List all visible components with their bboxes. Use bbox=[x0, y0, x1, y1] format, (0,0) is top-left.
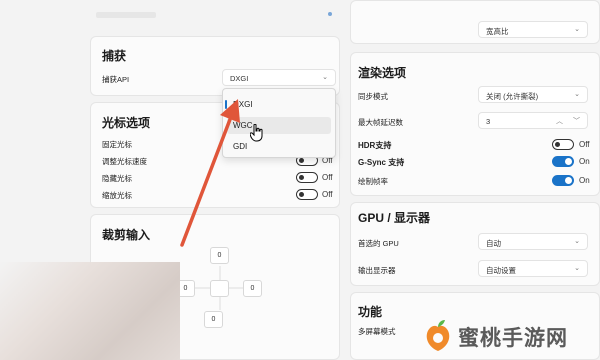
max-frames-stepper[interactable]: 3 ︿ ﹀ bbox=[478, 112, 588, 129]
watermark-logo-icon bbox=[426, 320, 450, 351]
watermark-text: 蜜桃手游网 bbox=[458, 327, 568, 350]
cursor-item-label: 缩放光标 bbox=[102, 191, 132, 200]
capture-card bbox=[90, 36, 340, 96]
toggle-knob bbox=[299, 175, 304, 180]
capture-title: 捕获 bbox=[102, 49, 127, 63]
toggle-state: Off bbox=[322, 173, 333, 182]
sync-mode-select[interactable]: 关闭 (允许撕裂) ⌄ bbox=[478, 86, 588, 103]
hdr-toggle[interactable] bbox=[552, 139, 574, 150]
capture-api-value: DXGI bbox=[230, 74, 249, 83]
hide-cursor-toggle[interactable] bbox=[296, 172, 318, 183]
toggle-state: Off bbox=[579, 140, 590, 149]
crop-center-box bbox=[210, 280, 229, 297]
sync-mode-label: 同步模式 bbox=[358, 92, 388, 101]
gsync-toggle[interactable] bbox=[552, 156, 574, 167]
gpu-pref-select[interactable]: 自动 ⌄ bbox=[478, 233, 588, 250]
toggle-knob bbox=[299, 158, 304, 163]
sync-mode-value: 关闭 (允许撕裂) bbox=[486, 92, 539, 101]
max-frames-value: 3 bbox=[486, 117, 491, 126]
toggle-state: On bbox=[579, 157, 590, 166]
hand-cursor-icon bbox=[250, 124, 263, 142]
crop-right-input[interactable]: 0 bbox=[243, 280, 262, 297]
gpu-pref-label: 首选的 GPU bbox=[358, 239, 399, 248]
scale-cursor-toggle[interactable] bbox=[296, 189, 318, 200]
output-display-select[interactable]: 自动设置 ⌄ bbox=[478, 260, 588, 277]
cursor-item-label: 隐藏光标 bbox=[102, 174, 132, 183]
crop-title: 裁剪输入 bbox=[102, 228, 151, 242]
cursor-title: 光标选项 bbox=[102, 116, 151, 130]
aspect-ratio-value: 宽高比 bbox=[486, 27, 509, 36]
toggle-knob bbox=[565, 177, 572, 184]
output-display-value: 自动设置 bbox=[486, 266, 516, 275]
gpu-title: GPU / 显示器 bbox=[358, 211, 431, 225]
toggle-knob bbox=[299, 192, 304, 197]
gsync-label: G-Sync 支持 bbox=[358, 158, 405, 167]
gpu-pref-value: 自动 bbox=[486, 239, 501, 248]
chevron-down-icon: ⌄ bbox=[574, 26, 580, 33]
red-arrow-annotation bbox=[180, 99, 240, 247]
chevron-down-icon: ⌄ bbox=[322, 74, 328, 81]
crop-bottom-input[interactable]: 0 bbox=[204, 311, 223, 328]
aspect-ratio-select[interactable]: 宽高比 ⌄ bbox=[478, 21, 588, 38]
top-left-faded-text bbox=[96, 12, 156, 18]
multi-screen-label: 多屏幕模式 bbox=[358, 327, 396, 336]
features-title: 功能 bbox=[358, 305, 383, 319]
render-title: 渲染选项 bbox=[358, 66, 407, 80]
draw-fps-label: 绘制帧率 bbox=[358, 177, 388, 186]
output-display-label: 输出显示器 bbox=[358, 266, 396, 275]
toggle-state: Off bbox=[322, 190, 333, 199]
hdr-label: HDR支持 bbox=[358, 141, 392, 150]
max-frames-label: 最大帧延迟数 bbox=[358, 118, 403, 127]
capture-api-label: 捕获API bbox=[102, 75, 130, 84]
toggle-knob bbox=[555, 142, 560, 147]
chevron-down-icon: ⌄ bbox=[574, 91, 580, 98]
toggle-state: On bbox=[579, 176, 590, 185]
chevron-up-icon[interactable]: ︿ bbox=[556, 116, 563, 126]
cursor-item-label: 调整光标速度 bbox=[102, 157, 147, 166]
draw-fps-toggle[interactable] bbox=[552, 175, 574, 186]
chevron-down-icon: ⌄ bbox=[574, 265, 580, 272]
chevron-down-icon: ⌄ bbox=[574, 238, 580, 245]
top-dot bbox=[328, 12, 332, 16]
chevron-down-icon[interactable]: ﹀ bbox=[573, 116, 580, 126]
toggle-knob bbox=[565, 158, 572, 165]
blurred-area bbox=[0, 262, 180, 360]
capture-api-select[interactable]: DXGI ⌄ bbox=[222, 69, 336, 86]
cursor-item-label: 固定光标 bbox=[102, 140, 132, 149]
